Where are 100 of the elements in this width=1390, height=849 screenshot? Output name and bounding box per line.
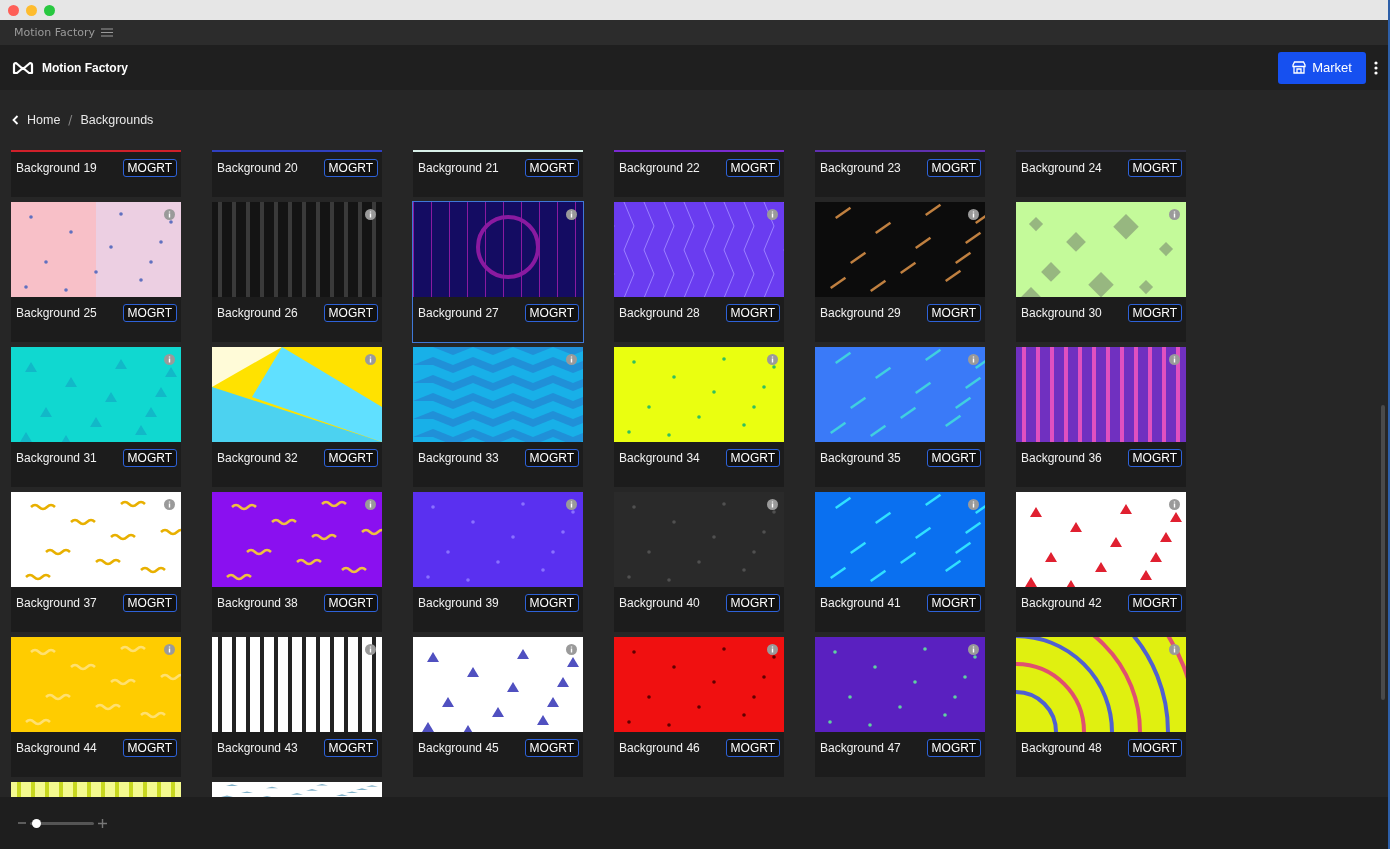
mogrt-button[interactable]: MOGRT (524, 449, 579, 467)
template-card[interactable]: Background 29 MOGRT (815, 202, 985, 342)
template-card[interactable]: Background 44 MOGRT (11, 637, 181, 777)
template-name: Background 39 (418, 595, 499, 610)
info-icon[interactable] (1169, 354, 1180, 365)
close-button[interactable] (8, 4, 19, 16)
template-name: Background 28 (619, 305, 700, 320)
template-name: Background 47 (820, 740, 901, 755)
template-name: Background 31 (16, 450, 97, 465)
template-card[interactable]: Background 27 MOGRT (413, 202, 583, 342)
template-card[interactable]: Background 22 MOGRT (614, 150, 784, 197)
template-card[interactable]: Background 33 MOGRT (413, 347, 583, 487)
market-button[interactable]: Market (1278, 51, 1366, 84)
template-card[interactable]: Background 45 MOGRT (413, 637, 583, 777)
slider-thumb[interactable] (32, 818, 42, 828)
zoom-slider[interactable] (30, 821, 94, 825)
template-card[interactable]: Background 31 MOGRT (11, 347, 181, 487)
mogrt-button[interactable]: MOGRT (725, 449, 780, 467)
mogrt-button[interactable]: MOGRT (926, 159, 981, 177)
template-card[interactable]: Background 21 MOGRT (413, 150, 583, 197)
mogrt-button[interactable]: MOGRT (524, 304, 579, 322)
back-icon[interactable] (12, 115, 19, 125)
mogrt-button[interactable]: MOGRT (323, 594, 378, 612)
mogrt-button[interactable]: MOGRT (1127, 449, 1182, 467)
template-name: Background 36 (1021, 450, 1102, 465)
mogrt-button[interactable]: MOGRT (725, 304, 780, 322)
template-name: Background 20 (217, 160, 298, 175)
zoom-out-icon[interactable] (18, 819, 26, 827)
template-card[interactable]: Background 19 MOGRT (11, 150, 181, 197)
template-name: Background 30 (1021, 305, 1102, 320)
template-card[interactable]: Background 48 MOGRT (1016, 637, 1186, 777)
mogrt-button[interactable]: MOGRT (1127, 594, 1182, 612)
template-card[interactable]: Background 43 MOGRT (212, 637, 382, 777)
more-icon[interactable] (1374, 60, 1378, 75)
mogrt-button[interactable]: MOGRT (926, 304, 981, 322)
window-title: Motion Factory (14, 26, 95, 39)
template-card[interactable]: Background 23 MOGRT (815, 150, 985, 197)
info-icon[interactable] (968, 209, 979, 220)
template-card[interactable]: Background 28 MOGRT (614, 202, 784, 342)
mogrt-button[interactable]: MOGRT (1127, 304, 1182, 322)
template-card[interactable]: Background 24 MOGRT (1016, 150, 1186, 197)
info-icon[interactable] (566, 209, 577, 220)
mogrt-button[interactable]: MOGRT (524, 159, 579, 177)
mogrt-button[interactable]: MOGRT (323, 449, 378, 467)
template-card[interactable]: Background 26 MOGRT (212, 202, 382, 342)
breadcrumb-link[interactable]: Home (27, 113, 61, 127)
template-card[interactable]: Background 42 MOGRT (1016, 492, 1186, 632)
template-name: Background 40 (619, 595, 700, 610)
template-name: Background 27 (418, 305, 499, 320)
mogrt-button[interactable]: MOGRT (323, 159, 378, 177)
template-name: Background 48 (1021, 740, 1102, 755)
template-card[interactable]: Background 25 MOGRT (11, 202, 181, 342)
mogrt-button[interactable]: MOGRT (1127, 739, 1182, 757)
template-card[interactable]: Background 40 MOGRT (614, 492, 784, 632)
template-card[interactable]: Background 30 MOGRT (1016, 202, 1186, 342)
template-card[interactable]: Background 36 MOGRT (1016, 347, 1186, 487)
info-icon[interactable] (968, 644, 979, 655)
template-card[interactable]: Background 38 MOGRT (212, 492, 382, 632)
mogrt-button[interactable]: MOGRT (122, 594, 177, 612)
template-name: Background 33 (418, 450, 499, 465)
template-card[interactable]: Background 39 MOGRT (413, 492, 583, 632)
mogrt-button[interactable]: MOGRT (122, 739, 177, 757)
template-name: Background 25 (16, 305, 97, 320)
template-name: Background 21 (418, 160, 499, 175)
template-card[interactable]: Background 35 MOGRT (815, 347, 985, 487)
info-icon[interactable] (767, 499, 778, 510)
template-card[interactable]: Background 46 MOGRT (614, 637, 784, 777)
mogrt-button[interactable]: MOGRT (926, 739, 981, 757)
template-card[interactable]: Background 34 MOGRT (614, 347, 784, 487)
mogrt-button[interactable]: MOGRT (524, 594, 579, 612)
template-card[interactable]: Background 20 MOGRT (212, 150, 382, 197)
mogrt-button[interactable]: MOGRT (725, 739, 780, 757)
mogrt-button[interactable]: MOGRT (122, 304, 177, 322)
mogrt-button[interactable]: MOGRT (323, 304, 378, 322)
breadcrumb-separator: / (68, 113, 73, 127)
breadcrumb-link[interactable]: Backgrounds (80, 113, 154, 127)
menu-icon[interactable] (101, 28, 113, 37)
mogrt-button[interactable]: MOGRT (122, 159, 177, 177)
scrollbar-thumb[interactable] (1381, 405, 1385, 700)
mogrt-button[interactable]: MOGRT (926, 594, 981, 612)
template-name: Background 22 (619, 160, 700, 175)
mogrt-button[interactable]: MOGRT (122, 449, 177, 467)
template-card[interactable]: Background 37 MOGRT (11, 492, 181, 632)
template-name: Background 29 (820, 305, 901, 320)
mogrt-button[interactable]: MOGRT (926, 449, 981, 467)
mogrt-button[interactable]: MOGRT (1127, 159, 1182, 177)
mogrt-button[interactable]: MOGRT (725, 159, 780, 177)
template-name: Background 43 (217, 740, 298, 755)
template-name: Background 37 (16, 595, 97, 610)
mogrt-button[interactable]: MOGRT (725, 594, 780, 612)
info-icon[interactable] (365, 644, 376, 655)
template-name: Background 38 (217, 595, 298, 610)
zoom-in-icon[interactable] (98, 818, 107, 828)
info-icon[interactable] (365, 209, 376, 220)
template-name: Background 19 (16, 160, 97, 175)
mogrt-button[interactable]: MOGRT (524, 739, 579, 757)
mogrt-button[interactable]: MOGRT (323, 739, 378, 757)
template-card[interactable]: Background 41 MOGRT (815, 492, 985, 632)
template-card[interactable]: Background 32 MOGRT (212, 347, 382, 487)
template-card[interactable]: Background 47 MOGRT (815, 637, 985, 777)
